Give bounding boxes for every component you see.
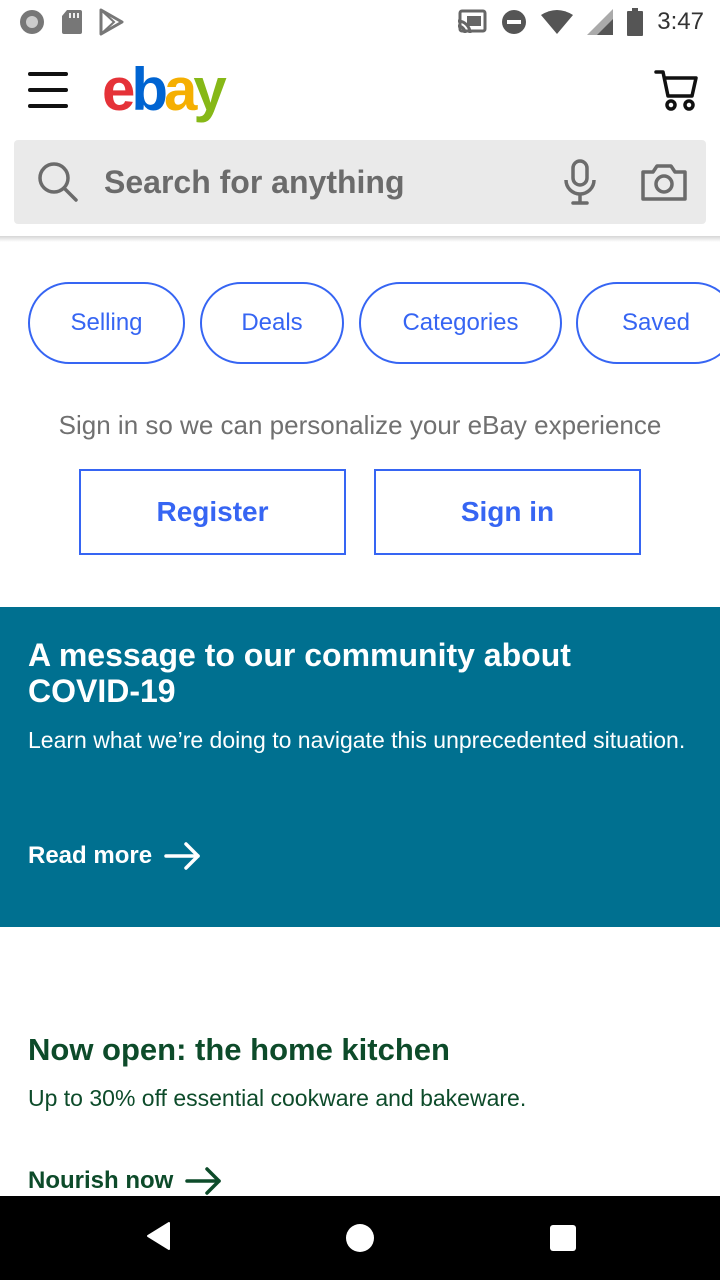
microphone-icon[interactable] xyxy=(560,158,600,206)
nourish-now-label: Nourish now xyxy=(28,1167,174,1194)
register-button[interactable]: Register xyxy=(79,469,346,555)
logo-letter-a: a xyxy=(164,56,197,123)
read-more-label: Read more xyxy=(28,842,153,869)
signin-button[interactable]: Sign in xyxy=(374,469,641,555)
signin-prompt: Sign in so we can personalize your eBay … xyxy=(58,410,662,440)
promo-title: Now open: the home kitchen xyxy=(28,1032,450,1067)
header-shadow xyxy=(0,236,720,242)
banner-title: A message to our community about COVID-1… xyxy=(28,637,571,709)
status-time: 3:47 xyxy=(657,8,704,35)
search-input[interactable] xyxy=(104,140,544,224)
android-nav-bar xyxy=(0,1196,720,1280)
arrow-right-icon xyxy=(164,842,200,870)
camera-icon[interactable] xyxy=(640,162,688,202)
pill-deals[interactable]: Deals xyxy=(200,282,344,364)
status-bar: 3:47 xyxy=(0,0,720,44)
pill-categories[interactable]: Categories xyxy=(359,282,562,364)
arrow-right-icon xyxy=(185,1167,222,1195)
search-bar[interactable] xyxy=(14,140,706,224)
wifi-icon xyxy=(541,10,574,34)
back-icon[interactable] xyxy=(145,1221,171,1251)
shortcut-pills: Selling Deals Categories Saved xyxy=(0,280,720,366)
nourish-now-link[interactable]: Nourish now xyxy=(28,1166,223,1196)
app-header: ebay xyxy=(0,44,720,140)
menu-icon-bar xyxy=(28,104,68,108)
play-store-icon xyxy=(99,8,124,36)
do-not-disturb-icon xyxy=(502,10,527,34)
battery-icon xyxy=(627,8,644,36)
menu-icon-bar xyxy=(28,72,68,76)
record-icon xyxy=(20,10,44,34)
logo-letter-e: e xyxy=(102,56,135,123)
menu-icon-bar xyxy=(28,88,68,92)
read-more-link[interactable]: Read more xyxy=(28,841,202,871)
banner-text: Learn what we’re doing to navigate this … xyxy=(28,727,686,753)
sd-card-icon xyxy=(62,10,82,34)
logo-letter-b: b xyxy=(131,56,168,123)
recent-apps-icon[interactable] xyxy=(550,1225,576,1251)
promo-text: Up to 30% off essential cookware and bak… xyxy=(28,1085,527,1111)
pill-saved[interactable]: Saved xyxy=(576,282,720,364)
signal-icon xyxy=(587,9,614,35)
search-icon xyxy=(38,162,78,202)
pill-selling[interactable]: Selling xyxy=(28,282,185,364)
status-right-icons: 3:47 xyxy=(457,8,704,36)
logo-letter-y: y xyxy=(193,56,226,123)
cast-icon xyxy=(458,9,487,34)
status-left-icons xyxy=(18,8,124,36)
covid-banner: A message to our community about COVID-1… xyxy=(0,607,720,927)
ebay-logo[interactable]: ebay xyxy=(102,54,227,126)
cart-icon[interactable] xyxy=(654,68,700,112)
home-icon[interactable] xyxy=(346,1224,374,1252)
menu-icon[interactable] xyxy=(28,72,68,108)
